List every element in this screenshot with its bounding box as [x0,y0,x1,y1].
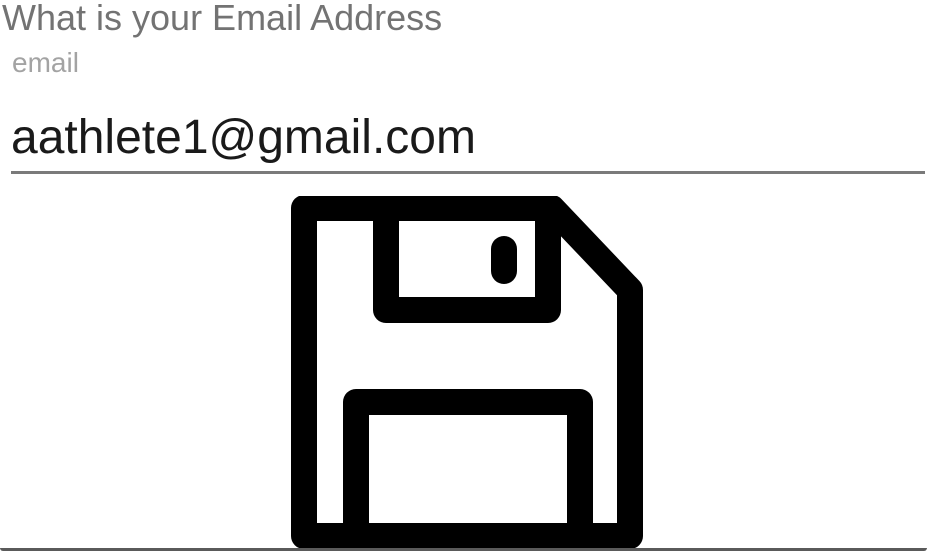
save-area [0,196,927,551]
email-input[interactable] [11,106,925,170]
question-heading: What is your Email Address [2,0,443,38]
email-field-label: email [12,47,79,78]
floppy-disk-save-icon [291,196,643,549]
email-field-container [11,104,925,174]
email-entry-screen: What is your Email Address email [0,0,927,551]
save-button[interactable] [290,196,645,551]
